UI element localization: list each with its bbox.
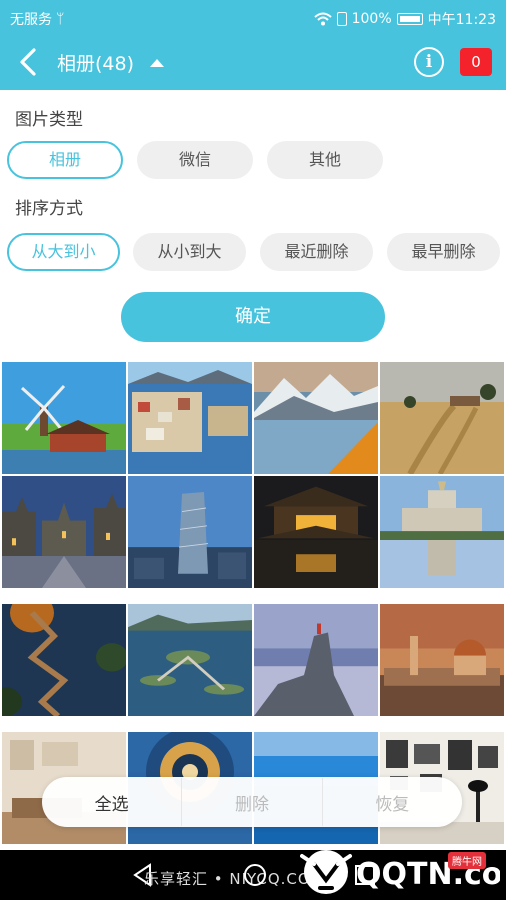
wifi-icon — [313, 12, 332, 26]
count-badge[interactable]: 0 — [460, 48, 492, 76]
chip-type-wechat[interactable]: 微信 — [137, 141, 253, 179]
action-bar: 全选 删除 恢复 — [42, 777, 462, 827]
clock: 中午11:23 — [427, 12, 496, 28]
cathedral-city-photo[interactable] — [380, 604, 504, 716]
select-all-button[interactable]: 全选 — [42, 790, 181, 815]
app-bar: 相册(48) i 0 — [0, 34, 506, 90]
battery-icon — [396, 13, 423, 25]
page-title: 相册(48) — [57, 53, 135, 75]
sim-icon — [336, 12, 347, 26]
usb-icon: ᛘ — [56, 11, 65, 27]
watermark-text: 乐享轻汇 • NIYCQ.COM — [144, 870, 325, 888]
battery-percent: 100% — [351, 11, 392, 27]
caret-up-icon — [150, 58, 165, 67]
carrier-text: 无服务 — [10, 12, 52, 28]
old-town-photo[interactable] — [2, 476, 126, 588]
chip-type-album[interactable]: 相册 — [7, 141, 123, 179]
delete-button[interactable]: 删除 — [182, 790, 321, 815]
island-bridge-photo[interactable] — [128, 604, 252, 716]
rock-climber-photo[interactable] — [254, 604, 378, 716]
mountain-lake-photo[interactable] — [254, 362, 378, 474]
confirm-button[interactable]: 确定 — [121, 292, 385, 342]
windmill-photo[interactable] — [2, 362, 126, 474]
coastal-town-photo[interactable] — [128, 362, 252, 474]
status-bar: 无服务 ᛘ 100% 中午11:23 — [0, 0, 506, 34]
chip-sort-recent[interactable]: 最近删除 — [260, 233, 373, 271]
sort-label: 排序方式 — [15, 199, 83, 219]
palace-reflection-photo[interactable] — [380, 476, 504, 588]
chip-sort-desc[interactable]: 从大到小 — [7, 233, 120, 271]
wheat-field-photo[interactable] — [380, 362, 504, 474]
album-dropdown[interactable]: 相册(48) — [57, 49, 165, 76]
chip-sort-asc[interactable]: 从小到大 — [133, 233, 246, 271]
restore-button[interactable]: 恢复 — [323, 790, 462, 815]
chip-sort-oldest[interactable]: 最早删除 — [387, 233, 500, 271]
twisted-tower-photo[interactable] — [128, 476, 252, 588]
back-arrow-icon[interactable] — [14, 46, 44, 78]
info-icon[interactable]: i — [414, 47, 444, 77]
nav-home-icon[interactable] — [242, 862, 268, 888]
watermark-tag: 腾牛网 — [448, 852, 486, 869]
zigzag-road-photo[interactable] — [2, 604, 126, 716]
type-label: 图片类型 — [15, 110, 83, 130]
chip-type-other[interactable]: 其他 — [267, 141, 383, 179]
temple-night-photo[interactable] — [254, 476, 378, 588]
